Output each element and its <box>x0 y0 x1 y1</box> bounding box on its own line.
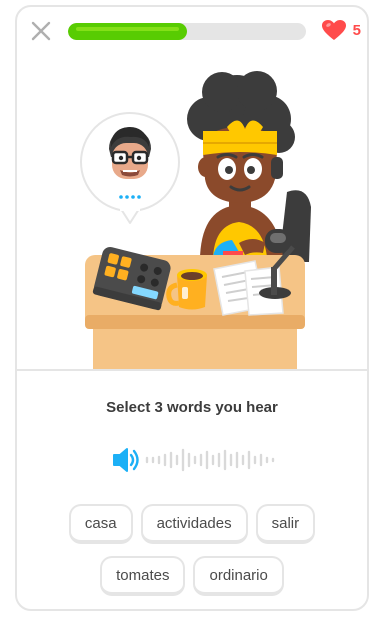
progress-fill <box>68 23 187 40</box>
word-chip-casa[interactable]: casa <box>68 504 133 544</box>
exercise-prompt: Select 3 words you hear <box>106 399 278 416</box>
waveform <box>145 448 275 472</box>
audio-play-button[interactable] <box>111 443 281 477</box>
word-chip-actividades[interactable]: actividades <box>140 504 248 544</box>
lesson-card: 5 Select 3 words you hear casa actividad… <box>15 5 369 611</box>
progress-shine <box>76 27 179 31</box>
word-chip-salir[interactable]: salir <box>255 504 316 544</box>
word-bank-row-2: tomates ordinario <box>17 556 367 596</box>
hearts-count: 5 <box>352 21 361 39</box>
hearts-counter: 5 <box>321 19 361 41</box>
speaker-icon <box>113 448 139 472</box>
progress-bar <box>68 23 306 40</box>
word-chip-ordinario[interactable]: ordinario <box>193 556 284 596</box>
speech-bubble <box>80 112 180 224</box>
lesson-header: 5 <box>17 7 367 57</box>
word-bank-row-1: casa actividades salir <box>17 504 367 544</box>
word-chip-tomates[interactable]: tomates <box>100 556 186 596</box>
heart-icon <box>321 20 346 40</box>
word-bank: casa actividades salir tomates ordinario <box>17 504 367 608</box>
close-icon[interactable] <box>30 20 52 42</box>
divider <box>17 369 367 371</box>
character-illustration <box>80 71 311 369</box>
